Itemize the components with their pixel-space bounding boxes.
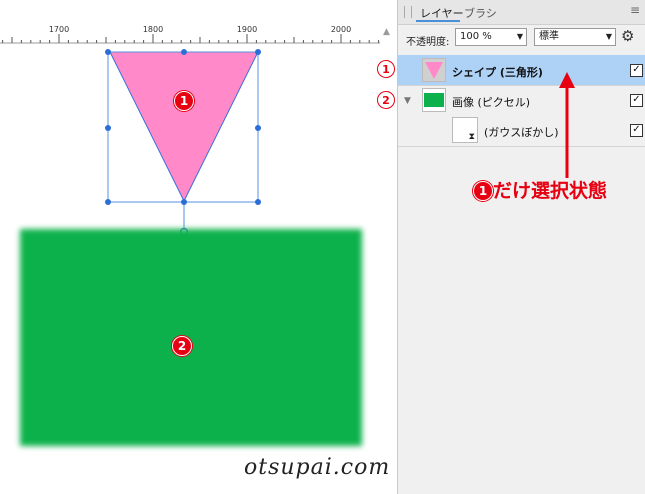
panel-menu-icon[interactable]: ≡ <box>630 3 640 17</box>
layer-row-shape[interactable]: シェイプ (三角形) ✓ <box>398 55 645 86</box>
shape-layer-name: シェイプ (三角形) <box>452 66 543 79</box>
panel-grip-icon[interactable] <box>404 6 412 18</box>
shape-layer-visibility-checkbox[interactable]: ✓ <box>630 64 643 77</box>
tab-brushes[interactable]: ブラシ <box>464 5 497 21</box>
blur-layer-visibility-checkbox[interactable]: ✓ <box>630 124 643 137</box>
blend-mode-value: 標準 <box>539 31 559 42</box>
watermark: otsupai.com <box>244 455 391 480</box>
layer-row-gaussian-blur[interactable]: ⧗ (ガウスぼかし) ✓ <box>398 114 645 147</box>
blur-layer-name: (ガウスぼかし) <box>484 126 559 139</box>
layer-row-pixel[interactable]: ▼ 画像 (ピクセル) ✓ <box>398 86 645 117</box>
triangle-shape-selection[interactable] <box>100 44 270 240</box>
opacity-label: 不透明度: <box>406 37 450 48</box>
callout-number-badge: 1 <box>473 181 493 201</box>
pixel-layer-visibility-checkbox[interactable]: ✓ <box>630 94 643 107</box>
scroll-up-arrow-icon[interactable]: ▲ <box>383 27 390 37</box>
pixel-layer-name: 画像 (ピクセル) <box>452 96 531 109</box>
callout-text: だけ選択状態 <box>493 180 608 202</box>
opacity-dropdown[interactable]: 100 % ▼ <box>455 28 527 46</box>
active-tab-indicator <box>416 20 460 22</box>
filter-thumbnail: ⧗ <box>452 117 478 143</box>
green-pixel-rectangle[interactable] <box>20 229 362 446</box>
ruler-label-1800: 1800 <box>142 25 164 34</box>
rectangle-number-badge: 2 <box>172 336 192 356</box>
gear-icon[interactable]: ⚙ <box>621 27 634 45</box>
annotation-arrow <box>559 72 575 178</box>
blend-mode-dropdown[interactable]: 標準 ▼ <box>534 28 616 46</box>
tab-layers[interactable]: レイヤー <box>420 5 464 21</box>
opacity-value: 100 % <box>460 31 492 42</box>
ruler-label-1900: 1900 <box>236 25 258 34</box>
chevron-down-icon: ▼ <box>605 32 612 41</box>
annotation-callout: 1 だけ選択状態 <box>473 176 607 203</box>
panel-tab-bar: レイヤー ブラシ ≡ <box>398 0 645 25</box>
hourglass-icon: ⧗ <box>468 132 475 142</box>
horizontal-ruler: 1700 1800 1900 2000 <box>0 22 380 44</box>
document-canvas[interactable]: 1700 1800 1900 2000 ▲ 1 2 otsupai.com <box>0 0 395 494</box>
row-annotation-badge-2: 2 <box>377 91 395 109</box>
shape-layer-thumbnail <box>422 58 446 82</box>
row-annotation-badge-1: 1 <box>377 60 395 78</box>
triangle-number-badge: 1 <box>174 91 194 111</box>
chevron-down-icon: ▼ <box>516 32 523 41</box>
ruler-label-2000: 2000 <box>330 25 352 34</box>
ruler-label-1700: 1700 <box>48 25 70 34</box>
triangle-shape <box>109 51 259 203</box>
pixel-layer-thumbnail <box>422 88 446 112</box>
layers-panel: レイヤー ブラシ ≡ 不透明度: 100 % ▼ 標準 ▼ ⚙ シェイプ (三角… <box>397 0 645 494</box>
expand-triangle-icon[interactable]: ▼ <box>404 96 411 106</box>
